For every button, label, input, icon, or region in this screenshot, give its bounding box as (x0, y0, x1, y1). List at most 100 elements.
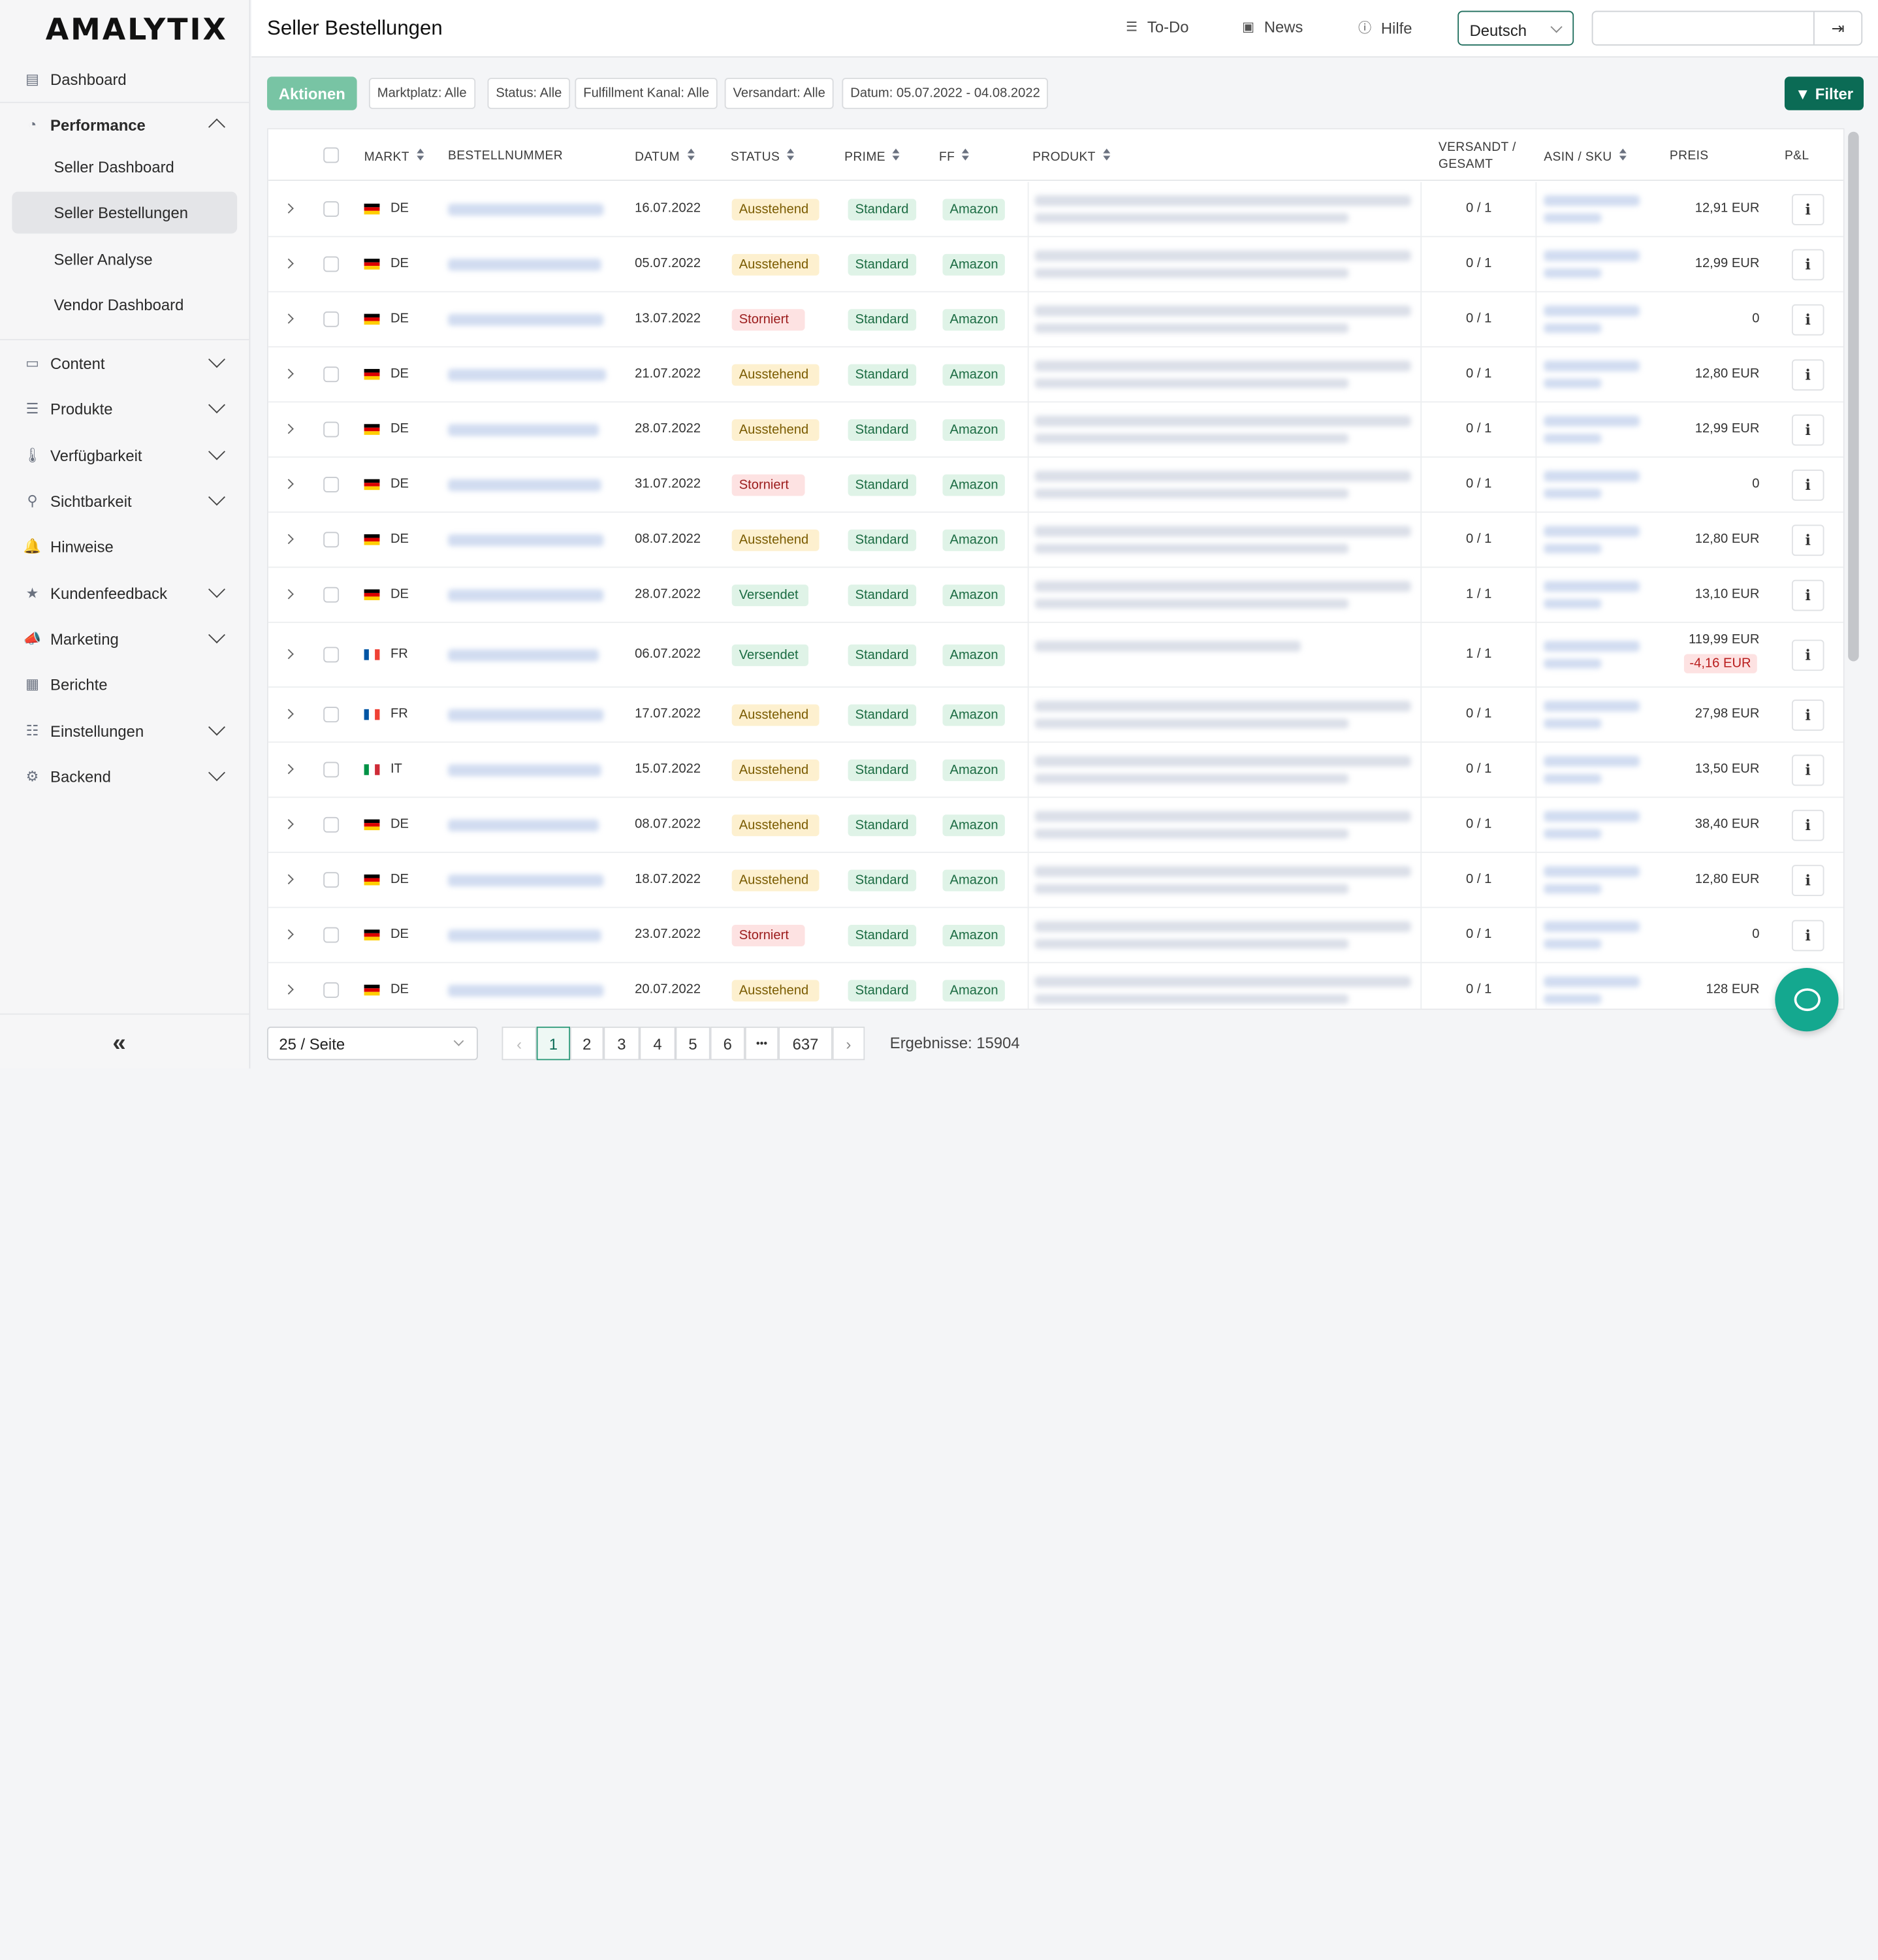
page-5[interactable]: 5 (675, 1026, 710, 1061)
expand-row-icon[interactable] (283, 763, 294, 775)
page-4[interactable]: 4 (639, 1026, 676, 1061)
order-number-redacted[interactable] (447, 259, 601, 271)
pl-info-button[interactable]: i (1791, 470, 1824, 501)
asin-redacted[interactable] (1544, 250, 1640, 261)
product-title-redacted[interactable] (1034, 976, 1411, 988)
pl-info-button[interactable]: i (1791, 639, 1824, 671)
pl-info-button[interactable]: i (1791, 579, 1824, 611)
asin-redacted[interactable] (1544, 866, 1640, 877)
row-checkbox[interactable] (323, 816, 340, 833)
asin-redacted[interactable] (1544, 195, 1640, 206)
sku-redacted[interactable] (1544, 829, 1602, 839)
sidebar-sub-vendor-dashboard[interactable]: Vendor Dashboard (54, 296, 184, 314)
table-row[interactable]: FR 06.07.2022 Versendet Standard Amazon 1 / 1… (268, 623, 1843, 688)
asin-redacted[interactable] (1544, 921, 1640, 933)
pl-info-button[interactable]: i (1791, 304, 1824, 336)
sku-redacted[interactable] (1544, 939, 1602, 949)
col-datum[interactable]: DATUM (635, 148, 695, 164)
expand-row-icon[interactable] (283, 203, 294, 214)
product-title-redacted[interactable] (1034, 939, 1349, 949)
order-number-redacted[interactable] (447, 709, 604, 722)
expand-row-icon[interactable] (283, 649, 294, 660)
asin-redacted[interactable] (1544, 701, 1640, 712)
pl-info-button[interactable]: i (1791, 194, 1824, 225)
sidebar-item-kundenfeedback[interactable]: ★ Kundenfeedback (0, 571, 250, 615)
table-row[interactable]: DE 08.07.2022 Ausstehend Standard Amazon 0 / … (268, 798, 1843, 853)
table-row[interactable]: DE 13.07.2022 Storniert Standard Amazon 0 / 1… (268, 293, 1843, 347)
order-number-redacted[interactable] (447, 203, 604, 216)
pl-info-button[interactable]: i (1791, 359, 1824, 391)
sku-redacted[interactable] (1544, 718, 1602, 729)
col-markt[interactable]: MARKT (364, 148, 425, 164)
pl-info-button[interactable]: i (1791, 524, 1824, 556)
product-title-redacted[interactable] (1034, 250, 1411, 261)
expand-row-icon[interactable] (283, 929, 294, 940)
pl-info-button[interactable]: i (1791, 754, 1824, 786)
sku-redacted[interactable] (1544, 884, 1602, 894)
row-checkbox[interactable] (323, 872, 340, 888)
order-number-redacted[interactable] (447, 479, 601, 492)
product-title-redacted[interactable] (1034, 305, 1411, 317)
sku-redacted[interactable] (1544, 268, 1602, 278)
sidebar-item-sichtbarkeit[interactable]: ⚲ Sichtbarkeit (0, 479, 250, 522)
sidebar-item-backend[interactable]: ⚙ Backend (0, 755, 250, 798)
order-number-redacted[interactable] (447, 819, 599, 831)
sidebar-sub-seller-bestellungen[interactable]: Seller Bestellungen (54, 204, 188, 222)
product-title-redacted[interactable] (1034, 543, 1349, 554)
sidebar-item-einstellungen[interactable]: ☷ Einstellungen (0, 709, 250, 752)
col-ff[interactable]: FF (939, 148, 970, 164)
sidebar-item-berichte[interactable]: ▦ Berichte (0, 662, 250, 705)
row-checkbox[interactable] (323, 762, 340, 778)
table-row[interactable]: DE 31.07.2022 Storniert Standard Amazon 0 / 1… (268, 458, 1843, 513)
product-title-redacted[interactable] (1034, 415, 1411, 426)
row-checkbox[interactable] (323, 647, 340, 663)
asin-redacted[interactable] (1544, 581, 1640, 592)
row-checkbox[interactable] (323, 532, 340, 548)
sku-redacted[interactable] (1544, 213, 1602, 223)
select-all-checkbox[interactable] (323, 147, 340, 163)
page-1[interactable]: 1 (536, 1026, 571, 1061)
product-title-redacted[interactable] (1034, 581, 1411, 592)
filter-button[interactable]: ▼ Filter (1784, 76, 1864, 110)
expand-row-icon[interactable] (283, 709, 294, 719)
sku-redacted[interactable] (1544, 543, 1602, 554)
prev-page-button[interactable]: ‹ (501, 1026, 537, 1061)
sidebar-sub-seller-analyse[interactable]: Seller Analyse (54, 250, 153, 268)
col-status[interactable]: STATUS (731, 148, 795, 164)
table-row[interactable]: DE 08.07.2022 Ausstehend Standard Amazon 0 / … (268, 513, 1843, 568)
search-input[interactable]: ⇥ (1591, 10, 1863, 46)
asin-redacted[interactable] (1544, 305, 1640, 317)
page-size-select[interactable]: 25 / Seite (267, 1026, 478, 1061)
expand-row-icon[interactable] (283, 588, 294, 600)
row-checkbox[interactable] (323, 586, 340, 603)
next-page-button[interactable]: › (832, 1026, 865, 1061)
expand-row-icon[interactable] (283, 874, 294, 885)
product-title-redacted[interactable] (1034, 811, 1411, 822)
product-title-redacted[interactable] (1034, 884, 1349, 894)
product-title-redacted[interactable] (1034, 718, 1349, 729)
row-checkbox[interactable] (323, 982, 340, 998)
product-title-redacted[interactable] (1034, 361, 1411, 372)
row-checkbox[interactable] (323, 477, 340, 492)
sidebar-item-content[interactable]: ▭ Content (0, 342, 250, 385)
order-number-redacted[interactable] (447, 368, 607, 381)
product-title-redacted[interactable] (1034, 323, 1349, 333)
expand-row-icon[interactable] (283, 534, 294, 545)
help-link[interactable]: ⓘ Hilfe (1358, 18, 1412, 37)
product-title-redacted[interactable] (1034, 378, 1349, 389)
row-checkbox[interactable] (323, 927, 340, 943)
table-row[interactable]: FR 17.07.2022 Ausstehend Standard Amazon 0 / … (268, 688, 1843, 743)
pl-info-button[interactable]: i (1791, 249, 1824, 281)
expand-row-icon[interactable] (283, 819, 294, 829)
order-number-redacted[interactable] (447, 984, 604, 997)
asin-redacted[interactable] (1544, 526, 1640, 537)
asin-redacted[interactable] (1544, 470, 1640, 482)
page-2[interactable]: 2 (570, 1026, 604, 1061)
product-title-redacted[interactable] (1034, 213, 1349, 223)
asin-redacted[interactable] (1544, 361, 1640, 372)
expand-row-icon[interactable] (283, 313, 294, 324)
filter-chip-marketplace[interactable]: Marktplatz: Alle (368, 78, 475, 109)
product-title-redacted[interactable] (1034, 489, 1349, 499)
order-number-redacted[interactable] (447, 534, 604, 547)
expand-row-icon[interactable] (283, 423, 294, 434)
